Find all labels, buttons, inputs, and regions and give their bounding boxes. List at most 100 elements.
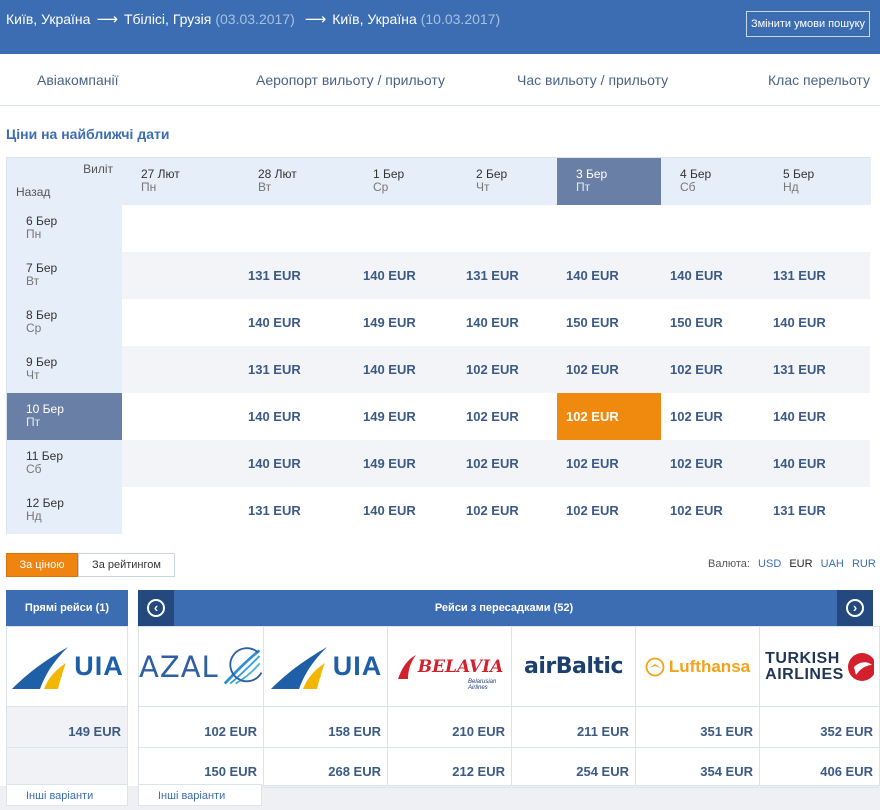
matrix-price-cell[interactable]: 131 EUR [239,487,354,534]
direct-price-1[interactable]: 149 EUR [68,724,121,739]
matrix-price-cell[interactable]: 140 EUR [239,440,354,487]
transfer-other-options-link[interactable]: Інші варіанти [138,784,262,806]
matrix-price-cell[interactable]: 131 EUR [764,487,871,534]
matrix-price-cell[interactable]: 102 EUR [457,346,557,393]
transfer-price[interactable]: 102 EUR [204,724,257,739]
uia-logo-text: UIA [74,651,124,681]
matrix-price-cell[interactable]: 102 EUR [457,487,557,534]
transfer-price[interactable]: 354 EUR [700,764,753,779]
matrix-price-cell[interactable]: 150 EUR [661,299,764,346]
matrix-price-cell[interactable]: 102 EUR [457,440,557,487]
transfer-price[interactable]: 406 EUR [820,764,873,779]
matrix-price-cell[interactable]: 131 EUR [764,252,871,299]
currency-rur[interactable]: RUR [852,558,876,570]
divider [388,787,511,788]
transfer-airline-column[interactable]: Lufthansa 351 EUR 354 EUR [635,626,760,788]
matrix-price-cell[interactable]: 140 EUR [354,252,457,299]
sort-by-rating-button[interactable]: За рейтингом [78,553,175,577]
matrix-price-cell[interactable]: 140 EUR [457,299,557,346]
transfer-price[interactable]: 211 EUR [577,724,629,739]
matrix-price-cell[interactable]: 149 EUR [354,299,457,346]
matrix-price-cell[interactable]: 102 EUR [557,346,661,393]
direct-airline-column[interactable]: UIA 149 EUR [6,626,128,786]
transfer-airline-column[interactable]: BELAVIA Belarusian Airlines 210 EUR 212 EUR [387,626,512,788]
direct-other-options-link[interactable]: Інші варіанти [6,784,128,806]
filter-class[interactable]: Клас перельоту [768,72,870,88]
matrix-price-cell[interactable]: 102 EUR [557,440,661,487]
matrix-price-cell[interactable]: 102 EUR [457,393,557,440]
matrix-price-cell[interactable]: 131 EUR [239,346,354,393]
currency-usd[interactable]: USD [758,558,781,570]
matrix-price-cell[interactable]: 102 EUR [661,346,764,393]
uia-logo-icon: UIA [264,627,387,707]
turkish-logo-icon: TURKISH AIRLINES [760,627,879,707]
matrix-price-cell[interactable]: 149 EUR [354,440,457,487]
matrix-col-header[interactable]: 2 Бер Чт [457,158,557,205]
carousel-prev-button[interactable]: ‹ [138,590,174,626]
col-weekday: Сб [680,180,696,194]
matrix-price-cell[interactable]: 140 EUR [661,252,764,299]
col-weekday: Нд [783,180,799,194]
matrix-row-header[interactable]: 6 Бер Пн [7,205,122,252]
matrix-col-header[interactable]: 28 Лют Вт [239,158,354,205]
matrix-price-cell[interactable]: 102 EUR [661,393,764,440]
matrix-price-cell[interactable]: 102 EUR [557,393,661,440]
matrix-price-cell[interactable]: 102 EUR [557,487,661,534]
filter-time[interactable]: Час вильоту / прильоту [517,72,668,88]
matrix-row-header[interactable]: 10 Бер Пт [7,393,122,440]
matrix-price-cell[interactable]: 150 EUR [557,299,661,346]
transfer-airline-column[interactable]: AZAL 102 EUR 150 EUR [138,626,264,788]
currency-eur[interactable]: EUR [789,558,812,570]
transfer-price[interactable]: 351 EUR [700,724,753,739]
matrix-col-header[interactable]: 27 Лют Пн [122,158,239,205]
matrix-price-cell[interactable]: 149 EUR [354,393,457,440]
matrix-col-header[interactable]: 1 Бер Ср [354,158,457,205]
filter-airport[interactable]: Аеропорт вильоту / прильоту [256,72,445,88]
matrix-row-header[interactable]: 8 Бер Ср [7,299,122,346]
matrix-price-cell[interactable]: 102 EUR [661,487,764,534]
divider [512,747,635,748]
divider [388,747,511,748]
transfer-price[interactable]: 150 EUR [204,764,257,779]
uia-logo-text: UIA [332,651,383,681]
transfer-price[interactable]: 268 EUR [328,764,381,779]
transfer-airline-column[interactable]: airBaltic 211 EUR 254 EUR [511,626,636,788]
change-search-button[interactable]: Змінити умови пошуку [746,11,870,37]
transfer-airline-column[interactable]: TURKISH AIRLINES 352 EUR 406 EUR [759,626,880,788]
matrix-row-header[interactable]: 12 Бер Нд [7,487,122,534]
filter-bar: Авіакомпанії Аеропорт вильоту / прильоту… [0,54,880,106]
transfer-price[interactable]: 352 EUR [820,724,873,739]
transfer-airline-column[interactable]: UIA 158 EUR 268 EUR [263,626,388,788]
matrix-price-cell[interactable]: 140 EUR [764,299,871,346]
matrix-price-cell[interactable]: 140 EUR [239,393,354,440]
transfer-flights-header: Рейси з пересадками (52) [138,590,870,626]
matrix-price-cell[interactable]: 140 EUR [557,252,661,299]
col-date: 2 Бер [476,167,508,181]
matrix-row-header[interactable]: 9 Бер Чт [7,346,122,393]
matrix-col-header[interactable]: 5 Бер Нд [764,158,871,205]
matrix-price-cell[interactable]: 140 EUR [764,393,871,440]
matrix-price-cell[interactable]: 140 EUR [354,487,457,534]
currency-uah[interactable]: UAH [821,558,844,570]
matrix-price-cell[interactable]: 131 EUR [457,252,557,299]
matrix-price-cell[interactable]: 140 EUR [764,440,871,487]
sort-by-price-button[interactable]: За ціною [6,553,78,577]
matrix-price-cell[interactable]: 102 EUR [661,440,764,487]
transfer-price[interactable]: 254 EUR [576,764,629,779]
carousel-next-button[interactable]: › [837,590,873,626]
transfer-price[interactable]: 210 EUR [452,724,505,739]
matrix-price-cell[interactable]: 140 EUR [239,299,354,346]
section-title: Ціни на найближчі дати [6,126,170,142]
matrix-col-header[interactable]: 4 Бер Сб [661,158,764,205]
matrix-price-cell[interactable]: 131 EUR [239,252,354,299]
matrix-row-header[interactable]: 11 Бер Сб [7,440,122,487]
matrix-price-cell[interactable]: 131 EUR [764,346,871,393]
matrix-col-header[interactable]: 3 Бер Пт [557,158,661,205]
row-date: 10 Бер [26,402,64,416]
filter-airlines[interactable]: Авіакомпанії [37,72,118,88]
transfer-price[interactable]: 212 EUR [452,764,505,779]
transfer-price[interactable]: 158 EUR [328,724,381,739]
divider [264,747,387,748]
matrix-row-header[interactable]: 7 Бер Вт [7,252,122,299]
matrix-price-cell[interactable]: 140 EUR [354,346,457,393]
